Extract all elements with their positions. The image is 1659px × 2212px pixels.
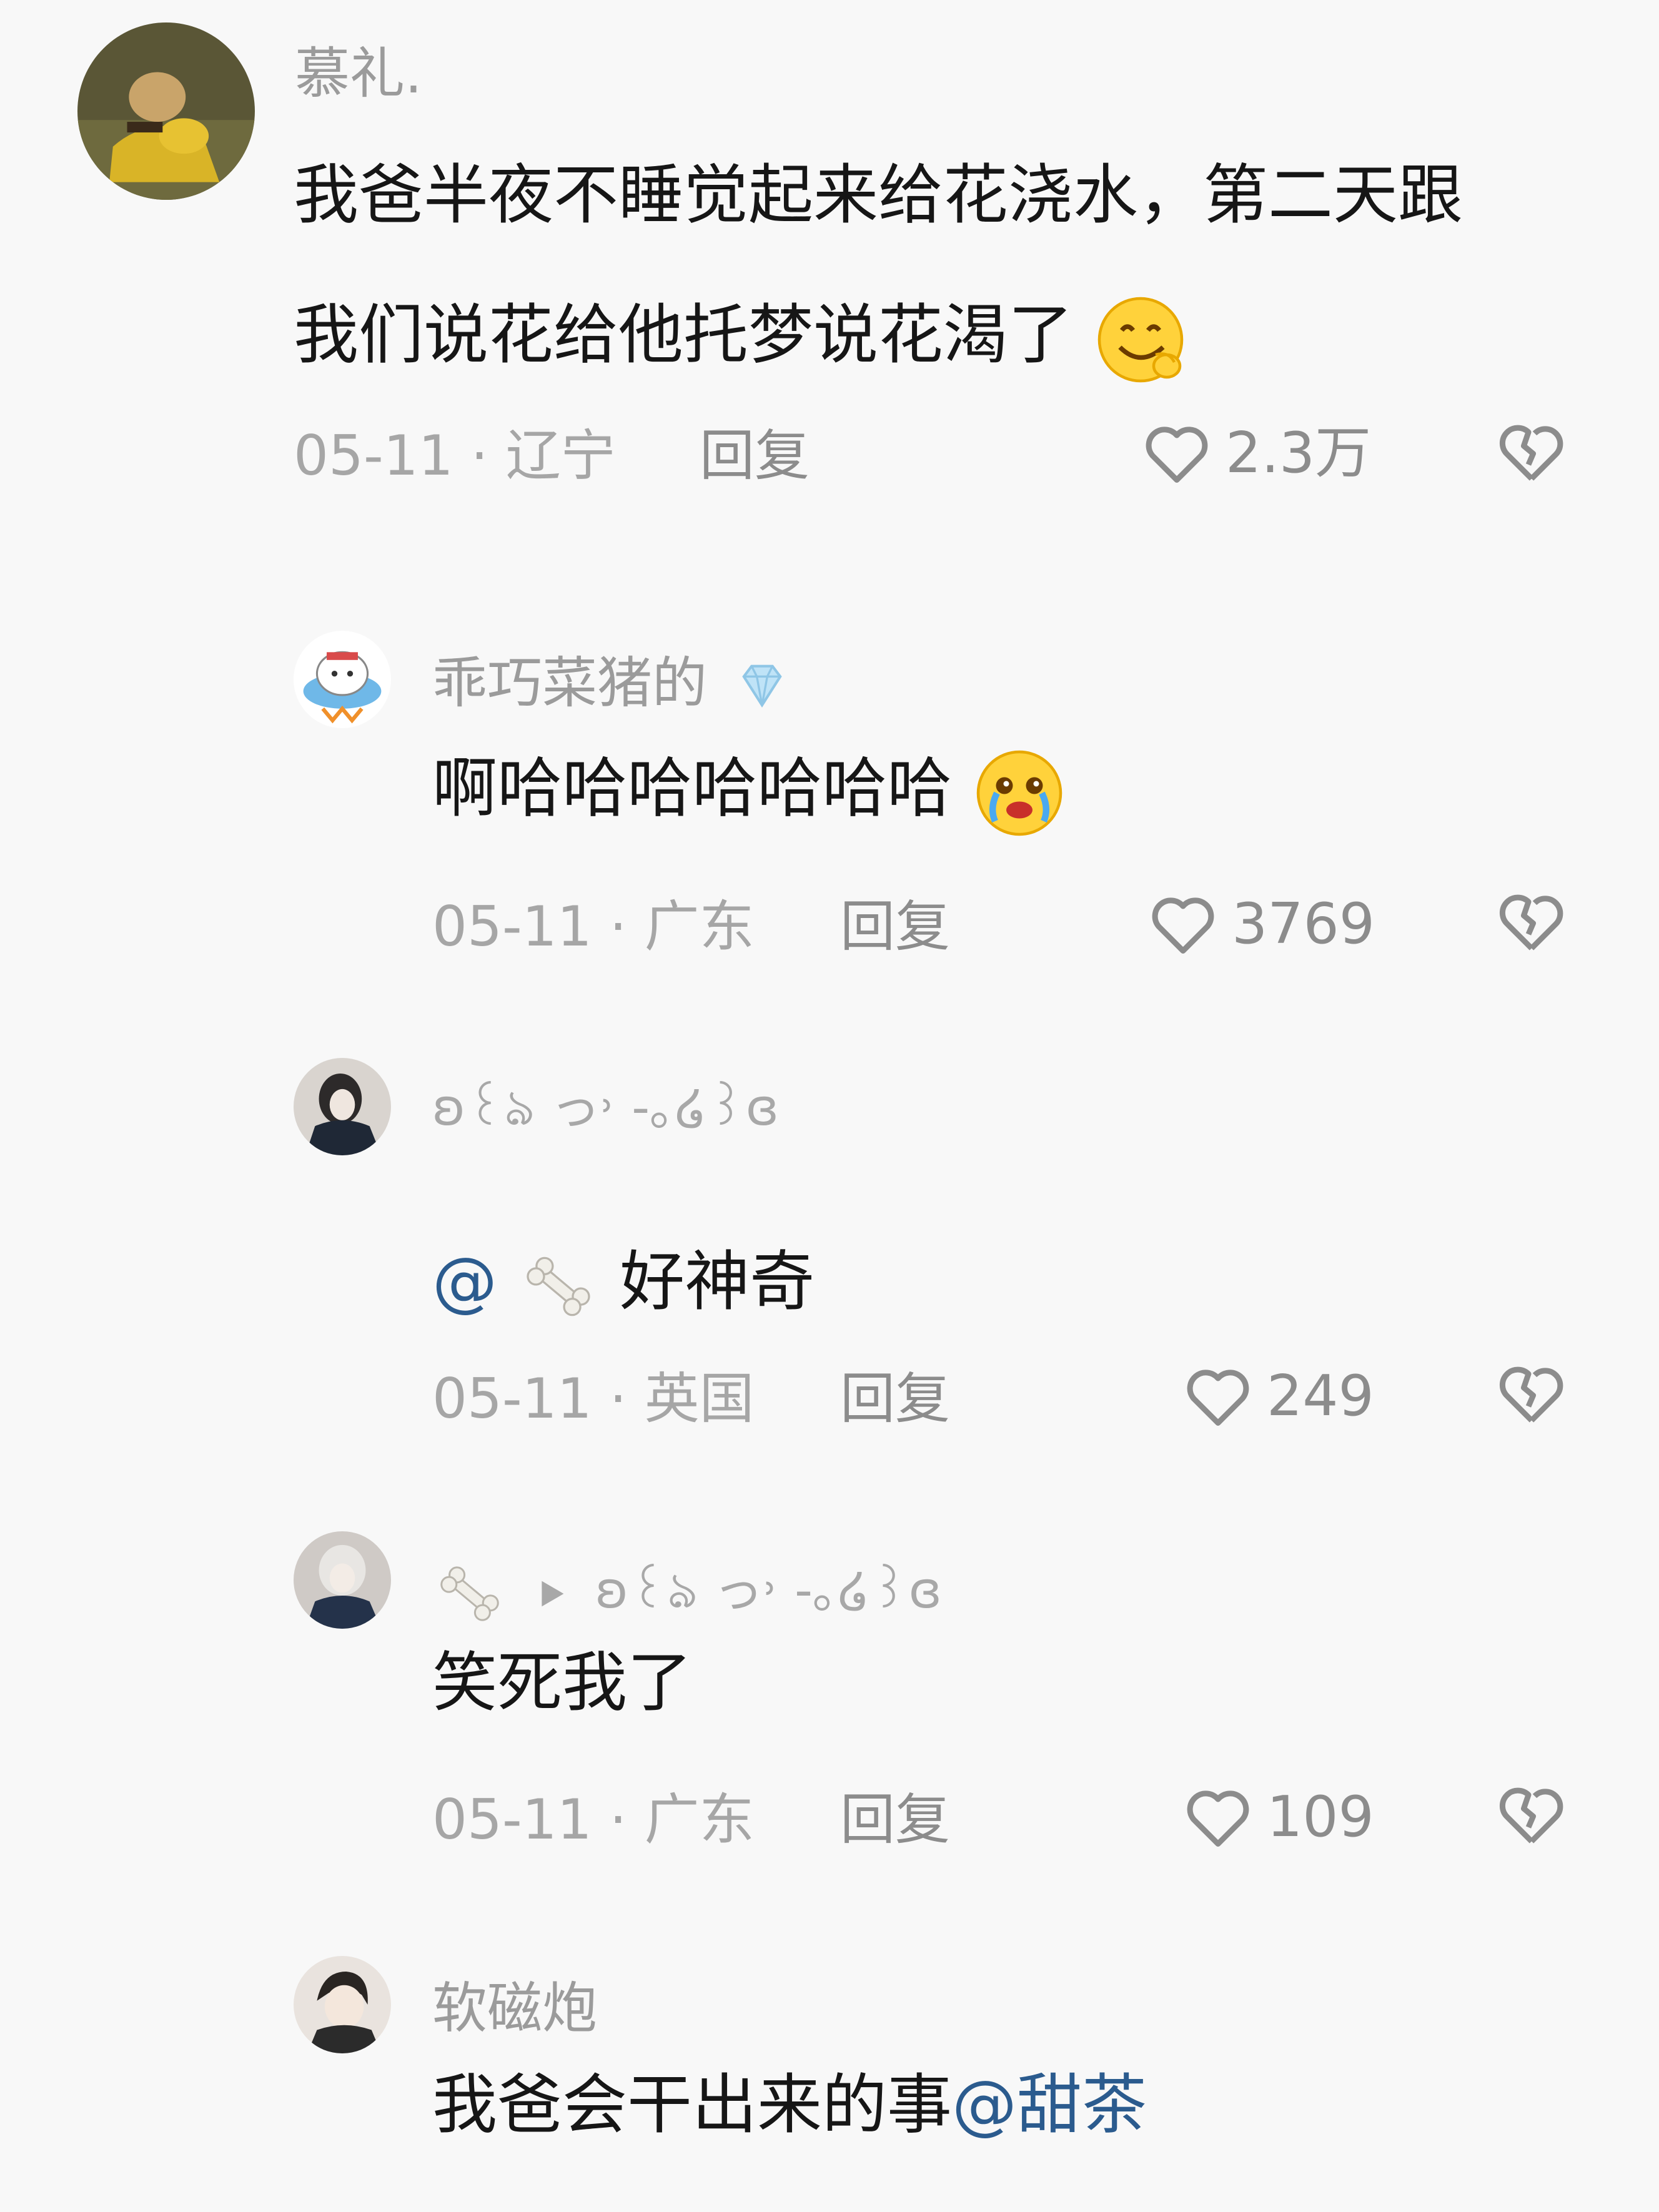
heart-outline-icon <box>1152 897 1214 954</box>
like-count: 2.3万 <box>1226 420 1372 486</box>
like-button[interactable]: 109 <box>1178 1780 1374 1855</box>
like-button[interactable]: 249 <box>1178 1359 1374 1434</box>
reply-button[interactable]: 回复 <box>700 428 810 483</box>
heart-outline-icon <box>1146 427 1208 483</box>
broken-heart-icon[interactable] <box>1494 1356 1569 1431</box>
broken-heart-icon[interactable] <box>1494 415 1569 490</box>
broken-heart-icon[interactable] <box>1494 1777 1569 1852</box>
avatar[interactable] <box>294 1531 391 1629</box>
comment-text: 我爸会干出来的事@甜茶 <box>432 2066 1147 2143</box>
username[interactable]: 软磁炮 <box>432 1981 597 2036</box>
comment-2: 乖巧菜猪的 啊哈哈哈哈哈哈哈 05-11 · 广东 回复 3769 <box>0 612 1659 1062</box>
broken-heart-icon[interactable] <box>1494 884 1569 959</box>
play-arrow-icon <box>542 1581 564 1607</box>
reply-button[interactable]: 回复 <box>840 1792 950 1847</box>
mention-link[interactable]: @甜茶 <box>952 2066 1147 2143</box>
bone-icon <box>527 1257 590 1316</box>
like-count: 249 <box>1267 1363 1374 1429</box>
heart-outline-icon <box>1187 1370 1249 1426</box>
mention-link[interactable]: @ <box>432 1243 620 1320</box>
comment-5: 软磁炮 我爸会干出来的事@甜茶 <box>0 1948 1659 2212</box>
heart-outline-icon <box>1187 1790 1249 1847</box>
comment-4: ʚ꒰ঌ っ˒ -｡໒꒱ɞ 笑死我了 05-11 · 广东 回复 109 <box>0 1524 1659 1948</box>
comment-meta: 05-11 · 广东 <box>432 1787 755 1852</box>
drooling-face-emoji <box>1094 293 1187 387</box>
crying-laughing-emoji <box>973 746 1066 840</box>
comment-meta: 05-11 · 辽宁 <box>294 423 616 488</box>
comment-text: 笑死我了 <box>432 1644 693 1721</box>
like-count: 109 <box>1267 1784 1374 1850</box>
reply-button[interactable]: 回复 <box>840 1371 950 1426</box>
like-count: 3769 <box>1232 891 1375 957</box>
username[interactable]: 乖巧菜猪的 <box>432 656 800 718</box>
like-button[interactable]: 3769 <box>1143 887 1375 962</box>
comment-3: ʚ꒰ঌ っ˒ -｡໒꒱ɞ @ 好神奇 05-11 · 英国 回复 249 <box>0 1049 1659 1524</box>
avatar[interactable] <box>294 1956 391 2053</box>
avatar[interactable] <box>77 22 255 200</box>
like-button[interactable]: 2.3万 <box>1137 416 1371 491</box>
comment-meta: 05-11 · 英国 <box>432 1366 755 1431</box>
reply-button[interactable]: 回复 <box>840 899 950 954</box>
comment-page: 慕礼. 我爸半夜不睡觉起来给花浇水，第二天跟 我们说花给他托梦说花渴了 05-1 <box>0 0 1659 2212</box>
comment-text: 我爸半夜不睡觉起来给花浇水，第二天跟 我们说花给他托梦说花渴了 <box>294 125 1543 405</box>
avatar[interactable] <box>294 631 391 728</box>
avatar[interactable] <box>294 1058 391 1155</box>
username[interactable]: ʚ꒰ঌ っ˒ -｡໒꒱ɞ <box>432 1083 779 1133</box>
diamond-icon <box>742 664 782 708</box>
comment-text: 啊哈哈哈哈哈哈哈 <box>432 718 1659 858</box>
comment-text: @ 好神奇 <box>432 1212 1659 1351</box>
comment-meta: 05-11 · 广东 <box>432 894 755 959</box>
username[interactable]: 慕礼. <box>295 46 422 101</box>
comment-1: 慕礼. 我爸半夜不睡觉起来给花浇水，第二天跟 我们说花给他托梦说花渴了 05-1 <box>0 0 1659 562</box>
